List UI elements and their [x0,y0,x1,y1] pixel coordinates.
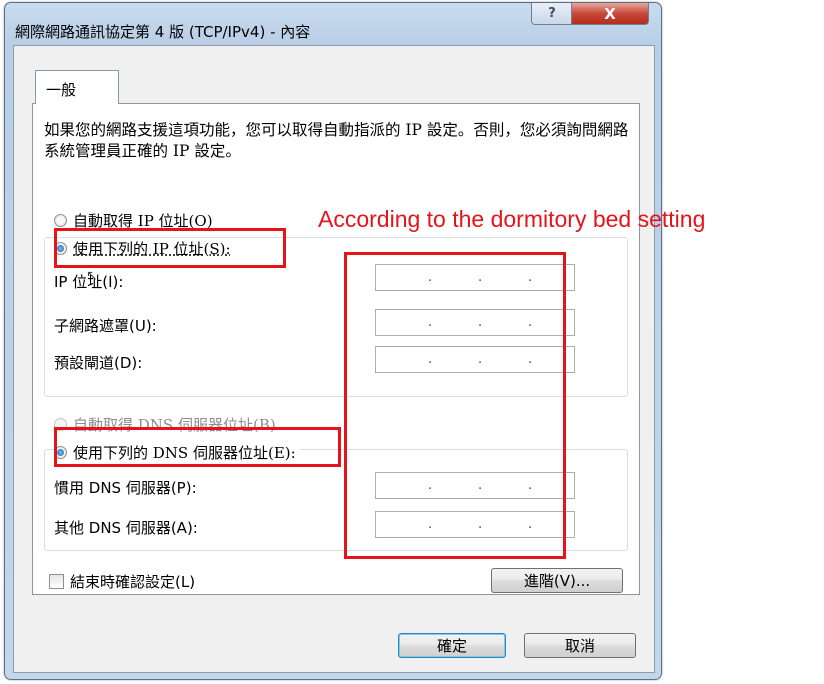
default-gateway-label: 預設閘道(D): [54,354,143,372]
alternate-dns-label: 其他 DNS 伺服器(A): [54,519,198,537]
highlight-dns-radio [54,427,341,467]
highlight-input-fields [344,252,566,559]
validate-settings-checkbox[interactable]: 結束時確認設定(L) [49,571,195,592]
cancel-button[interactable]: 取消 [524,633,636,658]
preferred-dns-label: 慣用 DNS 伺服器(P): [54,479,197,497]
window-title: 網際網路通訊協定第 4 版 (TCP/IPv4) - 內容 [15,23,311,41]
radio-off-icon [54,214,67,227]
checkbox-icon [49,574,64,589]
highlight-ip-radio [54,228,286,268]
help-button[interactable]: ? [531,3,573,25]
tab-general[interactable]: 一般 [35,70,119,104]
annotation-text: According to the dormitory bed setting [318,206,706,232]
mouse-cursor-icon: ↖ [86,268,98,284]
validate-settings-label: 結束時確認設定(L) [70,573,196,591]
close-button[interactable]: X [571,3,649,25]
subnet-mask-label: 子網路遮罩(U): [54,317,157,335]
ok-button[interactable]: 確定 [398,633,506,658]
advanced-button[interactable]: 進階(V)... [491,568,623,593]
description-text: 如果您的網路支援這項功能，您可以取得自動指派的 IP 設定。否則，您必須詢問網路… [44,121,629,160]
